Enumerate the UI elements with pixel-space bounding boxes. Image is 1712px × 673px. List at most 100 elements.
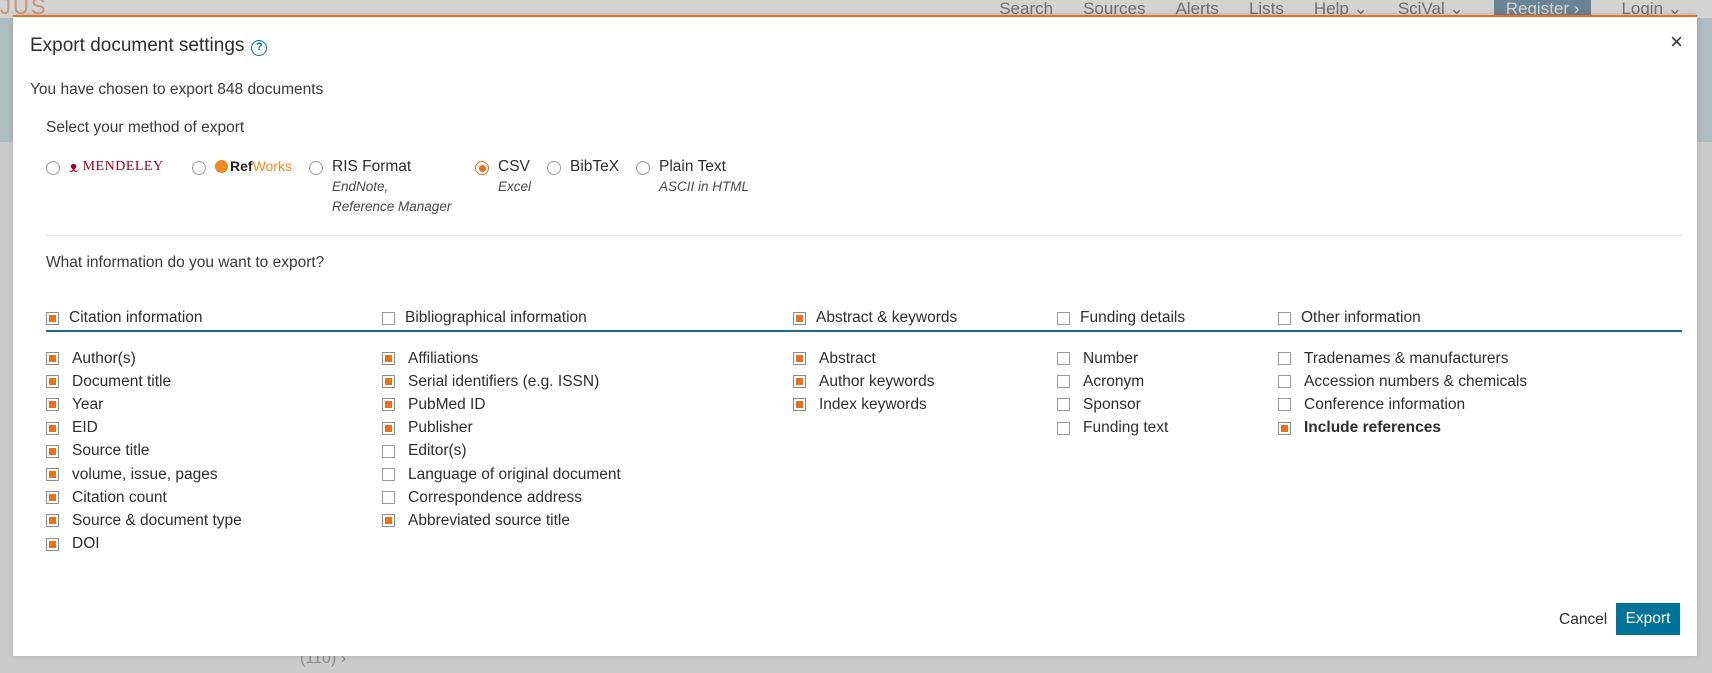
checkbox-bibliographical-information[interactable] <box>382 311 395 325</box>
checkbox-accession-numbers[interactable] <box>1278 375 1291 389</box>
checkbox-editors[interactable] <box>382 444 395 458</box>
cancel-button[interactable]: Cancel <box>1559 611 1607 629</box>
item-tradenames[interactable]: Tradenames & manufacturers <box>1278 347 1527 370</box>
checkbox-language[interactable] <box>382 468 395 482</box>
checkbox-sponsor[interactable] <box>1057 398 1070 412</box>
help-icon[interactable]: ? <box>251 39 268 56</box>
checkbox-acronym[interactable] <box>1057 375 1070 389</box>
group-abstract-keywords[interactable]: Abstract & keywords <box>793 309 957 327</box>
close-icon[interactable]: × <box>1670 29 1683 55</box>
item-publisher[interactable]: Publisher <box>382 417 621 440</box>
group-citation-information[interactable]: Citation information <box>46 309 203 327</box>
checkbox-volume-issue-pages[interactable] <box>46 468 59 482</box>
checkbox-authors[interactable] <box>46 352 59 366</box>
item-language[interactable]: Language of original document <box>382 463 621 486</box>
method-csv[interactable]: CSV Excel <box>475 157 531 197</box>
checkbox-tradenames[interactable] <box>1278 352 1291 366</box>
export-button[interactable]: Export <box>1616 603 1680 635</box>
checkbox-source-document-type[interactable] <box>46 514 59 528</box>
item-sponsor[interactable]: Sponsor <box>1057 393 1168 416</box>
item-pubmed-id[interactable]: PubMed ID <box>382 393 621 416</box>
radio-ris[interactable] <box>309 161 323 175</box>
item-doi[interactable]: DOI <box>46 533 242 556</box>
item-acronym[interactable]: Acronym <box>1057 370 1168 393</box>
ris-sub-1: EndNote, <box>332 179 389 194</box>
checkbox-index-keywords[interactable] <box>793 398 806 412</box>
item-conference-information[interactable]: Conference information <box>1278 393 1527 416</box>
item-correspondence-address[interactable]: Correspondence address <box>382 486 621 509</box>
group-heading-rule <box>46 330 1682 332</box>
checkbox-correspondence-address[interactable] <box>382 491 395 505</box>
item-source-document-type[interactable]: Source & document type <box>46 509 242 532</box>
item-abstract[interactable]: Abstract <box>793 347 934 370</box>
method-refworks[interactable]: Ref Works <box>192 157 292 175</box>
checkbox-affiliations[interactable] <box>382 352 395 366</box>
dialog-title-text: Export document settings <box>30 35 245 56</box>
checkbox-publisher[interactable] <box>382 421 395 435</box>
item-label: Affiliations <box>408 349 479 367</box>
radio-refworks[interactable] <box>192 161 206 175</box>
item-include-references[interactable]: Include references <box>1278 417 1527 440</box>
checkbox-conference-information[interactable] <box>1278 398 1291 412</box>
item-abbreviated-source-title[interactable]: Abbreviated source title <box>382 509 621 532</box>
checkbox-serial-identifiers[interactable] <box>382 375 395 389</box>
plain-text-label: Plain Text <box>659 158 726 175</box>
checkbox-funding-text[interactable] <box>1057 421 1070 435</box>
item-source-title[interactable]: Source title <box>46 440 242 463</box>
checkbox-citation-information[interactable] <box>46 311 59 325</box>
group-heading-label: Other information <box>1301 309 1421 326</box>
radio-csv[interactable] <box>475 161 489 175</box>
item-eid[interactable]: EID <box>46 417 242 440</box>
group-heading-label: Citation information <box>69 309 203 326</box>
export-info-label: What information do you want to export? <box>46 254 325 271</box>
item-citation-count[interactable]: Citation count <box>46 486 242 509</box>
item-serial-identifiers[interactable]: Serial identifiers (e.g. ISSN) <box>382 370 621 393</box>
checkbox-number[interactable] <box>1057 352 1070 366</box>
group-other-information[interactable]: Other information <box>1278 309 1421 327</box>
item-label: Conference information <box>1304 395 1466 413</box>
radio-bibtex[interactable] <box>547 161 561 175</box>
checkbox-abstract-keywords[interactable] <box>793 311 806 325</box>
item-label: Author keywords <box>819 372 935 390</box>
item-label: Include references <box>1304 419 1441 437</box>
item-editors[interactable]: Editor(s) <box>382 440 621 463</box>
item-accession-numbers[interactable]: Accession numbers & chemicals <box>1278 370 1527 393</box>
method-mendeley[interactable]: ᴥ MENDELEY <box>46 157 164 176</box>
method-ris[interactable]: RIS Format EndNote, Reference Manager <box>309 157 451 217</box>
checkbox-author-keywords[interactable] <box>793 375 806 389</box>
item-affiliations[interactable]: Affiliations <box>382 347 621 370</box>
checkbox-pubmed-id[interactable] <box>382 398 395 412</box>
item-author-keywords[interactable]: Author keywords <box>793 370 934 393</box>
method-bibtex[interactable]: BibTeX <box>547 157 619 177</box>
checkbox-year[interactable] <box>46 398 59 412</box>
group-bibliographical-information[interactable]: Bibliographical information <box>382 309 587 327</box>
item-index-keywords[interactable]: Index keywords <box>793 393 934 416</box>
funding-details-items: Number Acronym Sponsor Funding text <box>1057 347 1168 440</box>
item-label: Acronym <box>1083 372 1145 390</box>
checkbox-funding-details[interactable] <box>1057 311 1070 325</box>
radio-plain-text[interactable] <box>636 161 650 175</box>
method-plain-text[interactable]: Plain Text ASCII in HTML <box>636 157 749 197</box>
group-funding-details[interactable]: Funding details <box>1057 309 1185 327</box>
item-document-title[interactable]: Document title <box>46 370 242 393</box>
item-label: Index keywords <box>819 395 927 413</box>
checkbox-include-references[interactable] <box>1278 421 1291 435</box>
item-volume-issue-pages[interactable]: volume, issue, pages <box>46 463 242 486</box>
mendeley-label: MENDELEY <box>82 159 164 174</box>
item-number[interactable]: Number <box>1057 347 1168 370</box>
group-heading-label: Abstract & keywords <box>816 309 958 326</box>
radio-mendeley[interactable] <box>46 161 60 175</box>
item-authors[interactable]: Author(s) <box>46 347 242 370</box>
checkbox-abstract[interactable] <box>793 352 806 366</box>
group-heading-label: Funding details <box>1080 309 1186 326</box>
item-funding-text[interactable]: Funding text <box>1057 417 1168 440</box>
checkbox-other-information[interactable] <box>1278 311 1291 325</box>
checkbox-doi[interactable] <box>46 537 59 551</box>
checkbox-source-title[interactable] <box>46 444 59 458</box>
checkbox-eid[interactable] <box>46 421 59 435</box>
checkbox-abbreviated-source-title[interactable] <box>382 514 395 528</box>
item-year[interactable]: Year <box>46 393 242 416</box>
checkbox-citation-count[interactable] <box>46 491 59 505</box>
checkbox-document-title[interactable] <box>46 375 59 389</box>
csv-sub: Excel <box>498 179 532 194</box>
